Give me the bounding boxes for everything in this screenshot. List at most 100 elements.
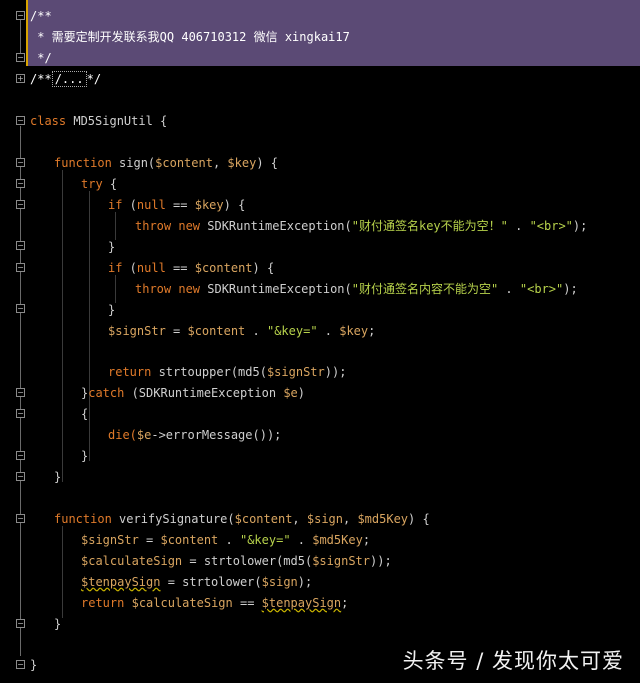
code-line[interactable]: * 需要定制开发联系我QQ 406710312 微信 xingkai17 <box>30 29 350 45</box>
code-line[interactable]: function sign($content, $key) { <box>54 155 278 171</box>
code-line[interactable]: } <box>108 239 115 255</box>
fold-collapse-icon[interactable]: − <box>16 409 25 418</box>
code-token: if <box>108 198 123 212</box>
code-token: { <box>102 177 118 191</box>
code-token: SDKRuntimeException( <box>200 219 352 233</box>
fold-expand-icon[interactable]: + <box>16 74 25 83</box>
code-line[interactable]: try { <box>81 176 117 192</box>
code-token: (SDKRuntimeException <box>124 386 284 400</box>
code-token: $e <box>283 386 298 400</box>
fold-collapse-icon[interactable]: − <box>16 158 25 167</box>
code-line[interactable]: if (null == $key) { <box>108 197 245 213</box>
code-token: ) { <box>252 261 275 275</box>
code-token: "财付通签名内容不能为空" <box>351 282 499 296</box>
code-token: ; <box>362 533 371 547</box>
fold-collapse-icon[interactable]: − <box>16 200 25 209</box>
code-token: )); <box>324 365 347 379</box>
code-line[interactable]: throw new SDKRuntimeException("财付通签名key不… <box>135 218 587 234</box>
code-token: ); <box>563 282 578 296</box>
code-token: . <box>498 282 520 296</box>
fold-collapse-icon[interactable]: − <box>16 179 25 188</box>
code-token: $signStr <box>266 365 325 379</box>
code-line[interactable]: throw new SDKRuntimeException("财付通签名内容不能… <box>135 281 578 297</box>
code-line[interactable]: { <box>81 406 88 422</box>
code-token: ) { <box>223 198 246 212</box>
code-token: , <box>212 156 228 170</box>
code-line[interactable]: } <box>30 657 37 673</box>
fold-collapse-icon[interactable]: − <box>16 116 25 125</box>
code-line[interactable]: $calculateSign = strtolower(md5($signStr… <box>81 553 392 569</box>
watermark: 头条号 / 发现你太可爱 <box>402 649 624 673</box>
code-token: . <box>218 533 240 547</box>
code-token: = <box>138 533 161 547</box>
code-token: ); <box>572 219 588 233</box>
fold-collapse-icon[interactable]: − <box>16 263 25 272</box>
code-token: )); <box>370 554 392 568</box>
code-token: $content <box>187 324 246 338</box>
fold-end-icon[interactable]: − <box>16 388 25 397</box>
code-token: $signStr <box>312 554 370 568</box>
folded-block-marker[interactable]: /... <box>51 71 87 87</box>
code-token: return <box>108 365 152 379</box>
code-line[interactable]: }catch (SDKRuntimeException $e) <box>81 385 305 401</box>
code-token: "&key=" <box>239 533 291 547</box>
code-token: $content <box>234 512 293 526</box>
code-line[interactable]: return strtoupper(md5($signStr)); <box>108 364 346 380</box>
indent-guide <box>62 526 63 618</box>
code-token: ) <box>297 386 305 400</box>
code-token: "<br>" <box>519 282 564 296</box>
code-token: throw new <box>135 219 201 233</box>
code-token: $calculateSign <box>131 596 233 610</box>
code-token: ; <box>341 596 349 610</box>
code-line[interactable]: */ <box>30 50 51 66</box>
code-token: "财付通签名key不能为空！" <box>351 219 508 233</box>
code-token: $tenpaySign <box>81 575 161 589</box>
fold-end-icon[interactable]: − <box>16 451 25 460</box>
code-token: function <box>54 156 112 170</box>
code-token: $signStr <box>108 324 166 338</box>
fold-end-icon[interactable]: − <box>16 304 25 313</box>
code-token: = <box>165 324 188 338</box>
code-line[interactable]: if (null == $content) { <box>108 260 274 276</box>
fold-end-icon[interactable]: − <box>16 241 25 250</box>
code-line[interactable]: } <box>81 448 88 464</box>
code-token: $key <box>227 156 257 170</box>
code-line[interactable]: $signStr = $content . "&key=" . $key; <box>108 323 375 339</box>
code-token: ) { <box>256 156 278 170</box>
code-line[interactable]: function verifySignature($content, $sign… <box>54 511 430 527</box>
code-line[interactable]: /** <box>30 8 52 24</box>
code-line[interactable]: } <box>54 469 61 485</box>
code-token: == <box>165 198 195 212</box>
code-token: $content <box>194 261 253 275</box>
code-line[interactable]: $signStr = $content . "&key=" . $md5Key; <box>81 532 370 548</box>
code-line[interactable]: return $calculateSign == $tenpaySign; <box>81 595 348 611</box>
fold-collapse-icon[interactable]: − <box>16 11 25 20</box>
code-token: null <box>136 261 166 275</box>
code-token: return <box>81 596 125 610</box>
code-token: */ <box>86 72 102 86</box>
code-line[interactable]: $tenpaySign = strtolower($sign); <box>81 574 312 590</box>
code-line[interactable]: die($e->errorMessage()); <box>108 427 281 443</box>
code-line[interactable]: class MD5SignUtil { <box>30 113 167 129</box>
code-line[interactable]: } <box>108 302 115 318</box>
code-token: ->errorMessage()); <box>151 428 282 442</box>
code-token: sign( <box>111 156 156 170</box>
fold-end-icon[interactable]: − <box>16 472 25 481</box>
code-line[interactable]: /**/... */ <box>30 71 101 87</box>
indent-guide <box>89 421 90 449</box>
fold-end-icon[interactable]: − <box>16 660 25 669</box>
code-line[interactable]: } <box>54 616 61 632</box>
fold-end-icon[interactable]: − <box>16 53 25 62</box>
indent-guide <box>115 275 116 303</box>
code-token: ) { <box>408 512 430 526</box>
code-token: ; <box>368 324 376 338</box>
code-token: $signStr <box>81 533 139 547</box>
fold-line <box>20 20 21 54</box>
indent-guide <box>115 212 116 240</box>
fold-end-icon[interactable]: − <box>16 619 25 628</box>
fold-collapse-icon[interactable]: − <box>16 514 25 523</box>
code-token: . <box>317 324 340 338</box>
code-token: $calculateSign <box>81 554 183 568</box>
code-token: try <box>81 177 103 191</box>
